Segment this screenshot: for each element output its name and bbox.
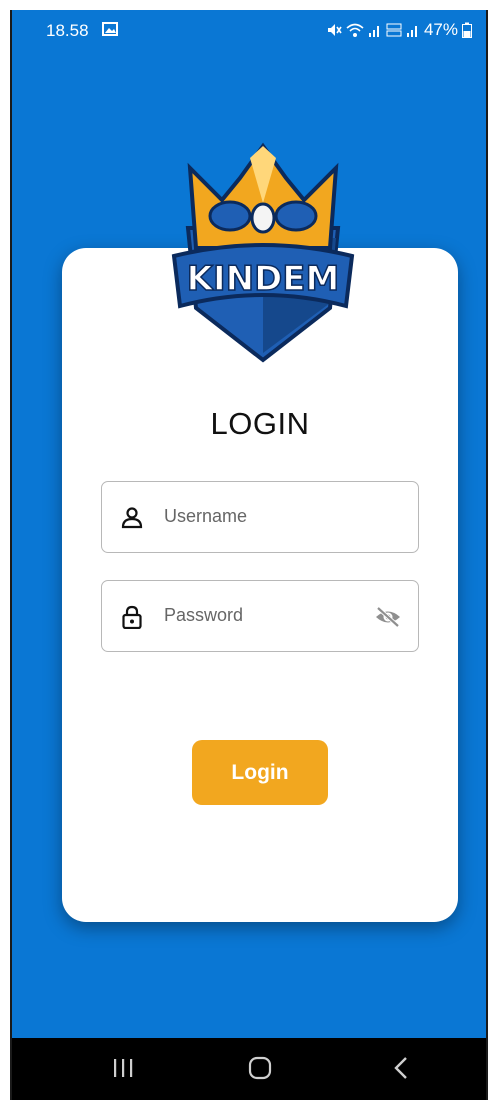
battery-icon (462, 22, 472, 38)
image-icon (102, 22, 118, 36)
eye-off-icon[interactable] (374, 605, 402, 629)
phone-screen: 18.58 47% KINDEM LOGIN Username Password… (10, 10, 488, 1100)
password-field[interactable]: Password (101, 580, 419, 652)
back-icon[interactable] (392, 1055, 410, 1081)
kindem-logo: KINDEM (171, 142, 355, 363)
status-bar: 18.58 47% (12, 10, 486, 50)
username-field[interactable]: Username (101, 481, 419, 553)
lock-icon (122, 605, 142, 629)
page-title: LOGIN (210, 406, 310, 441)
wifi-icon (346, 23, 364, 37)
password-placeholder: Password (164, 605, 244, 625)
volte-icon (386, 23, 402, 37)
mute-icon (327, 24, 342, 36)
signal-icon (406, 26, 417, 37)
person-icon (121, 507, 143, 529)
status-icons: 47% (326, 20, 472, 40)
navigation-bar (12, 1038, 486, 1100)
home-icon[interactable] (248, 1056, 272, 1080)
logo-text: KINDEM (187, 259, 340, 299)
status-time: 18.58 (46, 21, 89, 40)
signal-icon (368, 26, 379, 37)
username-placeholder: Username (164, 506, 248, 526)
recents-icon[interactable] (112, 1057, 134, 1079)
battery-percent: 47% (423, 20, 458, 39)
login-button[interactable]: Login (192, 740, 328, 805)
